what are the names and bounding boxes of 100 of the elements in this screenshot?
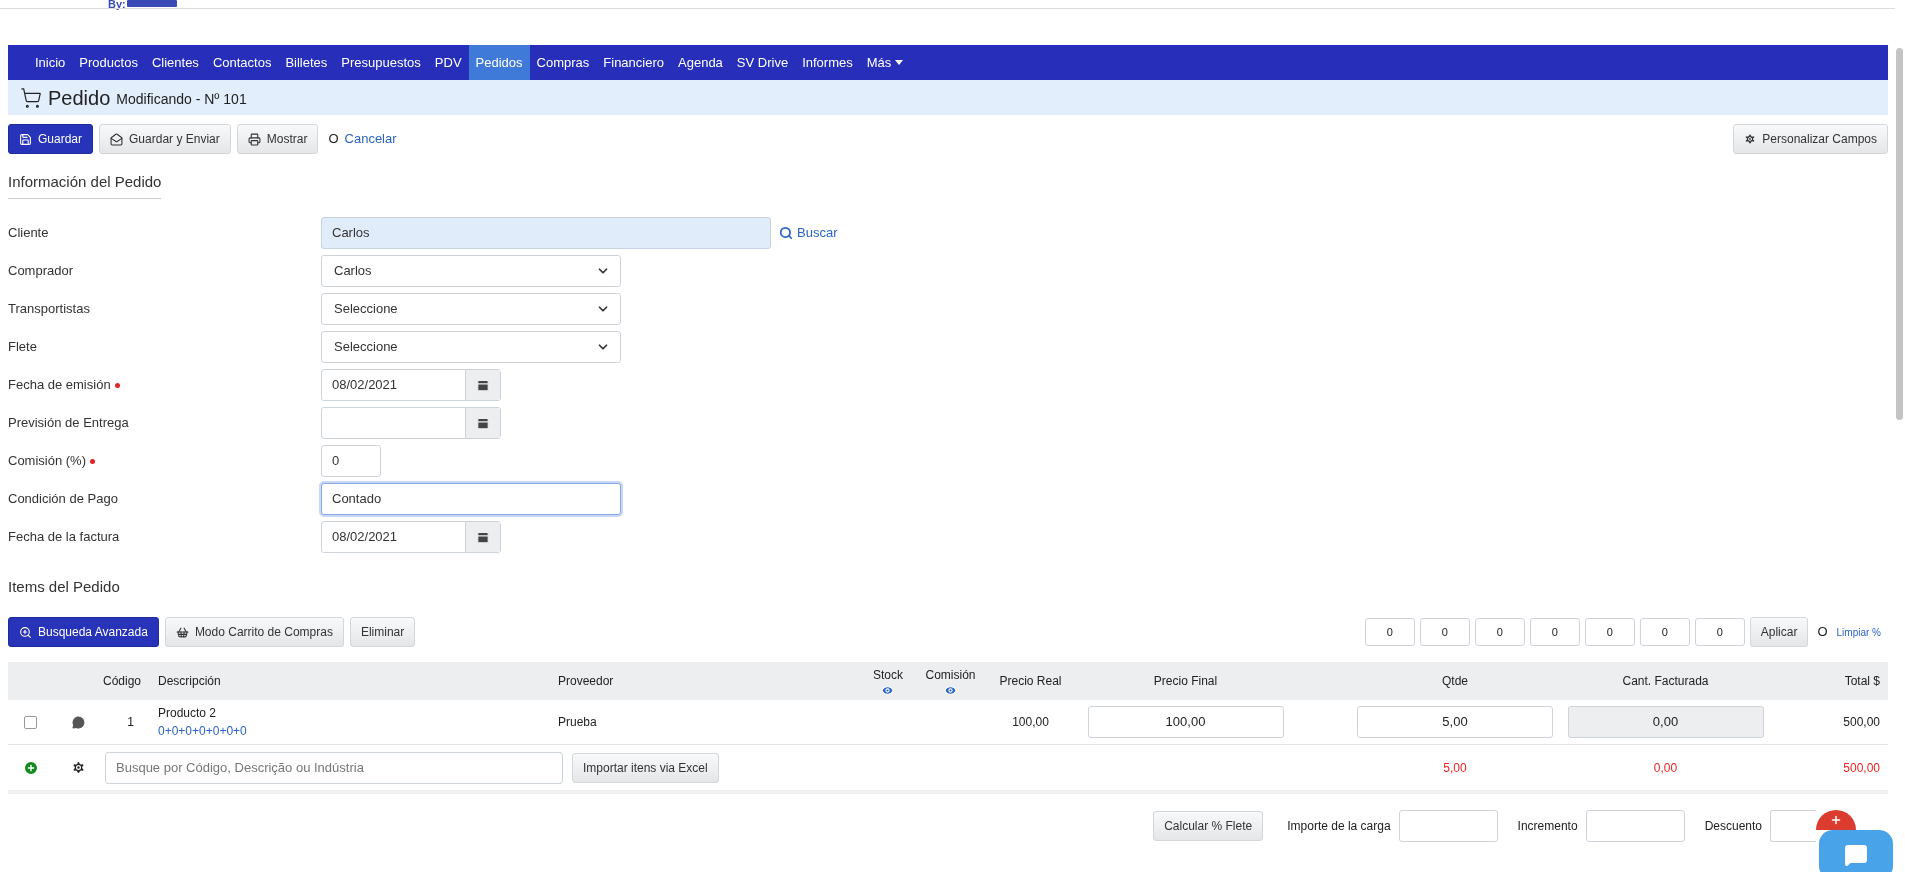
discount-field[interactable]: 0 — [1419, 618, 1470, 646]
discount-field[interactable]: 0 — [1474, 618, 1525, 646]
date-field[interactable]: 08/02/2021 — [321, 521, 501, 553]
import-button[interactable]: Importar itens via Excel — [572, 752, 719, 783]
client-field[interactable]: Carlos — [321, 217, 771, 249]
items-button[interactable]: Busqueda Avanzada — [8, 617, 159, 647]
floating-add-button[interactable] — [1816, 810, 1856, 830]
settings-icon[interactable] — [70, 760, 86, 775]
nav-tab[interactable]: Contactos — [205, 45, 279, 80]
date-field[interactable] — [321, 407, 501, 439]
field-label: Fecha de emisión — [8, 376, 111, 395]
nav-tab[interactable]: Billetes — [278, 45, 335, 80]
field-label: Descuento — [1704, 818, 1762, 835]
table-cell-text: 100,00 — [1011, 714, 1050, 731]
calendar-icon — [476, 378, 490, 392]
row-checkbox[interactable] — [24, 715, 37, 729]
table-cell-text: Producto 2 — [158, 705, 218, 722]
caret-icon — [895, 60, 904, 65]
calendar-icon — [476, 530, 490, 544]
page-subtitle: Modificando - Nº 101 — [116, 90, 247, 109]
freight-button[interactable]: Calcular % Flete — [1153, 811, 1264, 841]
select-field[interactable]: Seleccione — [321, 331, 621, 363]
basket-icon — [175, 625, 189, 639]
nav-tab[interactable]: Presupuestos — [334, 45, 428, 80]
items-button[interactable]: Modo Carrito de Compras — [164, 617, 344, 647]
search-icon — [779, 226, 793, 240]
select-field[interactable]: Carlos — [321, 255, 621, 287]
input-field[interactable] — [1398, 810, 1498, 842]
discount-formula: 0+0+0+0+0+0+0 — [158, 723, 248, 740]
total-invoiced: 0,00 — [1652, 759, 1679, 777]
toolbar-button[interactable]: Guardar y Enviar — [99, 124, 231, 154]
nav-tab[interactable]: Informes — [795, 45, 860, 80]
select-field[interactable]: Seleccione — [321, 293, 621, 325]
apply-button[interactable]: Aplicar — [1749, 617, 1809, 647]
field-label: Transportistas — [8, 300, 90, 319]
toolbar-button[interactable]: Mostrar — [236, 124, 319, 154]
field-label: Importe de la carga — [1287, 818, 1391, 835]
table-cell-text: 500,00 — [1842, 714, 1881, 731]
clear-link[interactable]: Limpiar % — [1836, 624, 1881, 640]
section-title: Información del Pedido — [8, 173, 162, 190]
nav-tab[interactable]: Más — [859, 45, 911, 80]
nav-tab[interactable]: PDV — [427, 45, 469, 80]
discount-field[interactable]: 0 — [1364, 618, 1415, 646]
nav-tab[interactable]: Clientes — [144, 45, 206, 80]
nav-tab[interactable]: SV Drive — [729, 45, 796, 80]
chat-button[interactable] — [1819, 830, 1893, 872]
field-label: Cliente — [8, 224, 49, 243]
nav-tab[interactable]: Financiero — [596, 45, 671, 80]
customize-button[interactable]: Personalizar Campos — [1733, 124, 1888, 154]
chat-icon — [1844, 843, 1868, 867]
product-search-field[interactable]: Busque por Código, Descrição ou Indústria — [105, 751, 563, 784]
discount-field[interactable]: 0 — [1529, 618, 1580, 646]
cart-icon — [20, 86, 42, 109]
nav-tab[interactable]: Inicio — [28, 45, 73, 80]
input-field[interactable] — [1585, 810, 1685, 842]
quantity-field[interactable]: 5,00 — [1357, 706, 1553, 738]
field-label: Comisión (%) — [8, 452, 86, 471]
column-header: Código — [103, 673, 142, 690]
invoiced-field: 0,00 — [1567, 706, 1764, 738]
or-text: O — [1817, 623, 1828, 642]
items-button[interactable]: Eliminar — [349, 617, 416, 647]
column-header: Cant. Facturada — [1622, 673, 1709, 690]
date-field[interactable]: 08/02/2021 — [321, 369, 501, 401]
save-icon — [19, 132, 32, 146]
input-field[interactable]: 0 — [321, 445, 381, 477]
column-header: Qtde — [1441, 673, 1469, 690]
discount-field[interactable]: 0 — [1584, 618, 1635, 646]
field-label: Comprador — [8, 262, 74, 281]
column-header: Descripción — [158, 673, 221, 690]
printer-icon — [247, 132, 261, 146]
column-header: Comisión — [925, 665, 976, 697]
nav-tab[interactable]: Pedidos — [468, 45, 530, 80]
add-icon[interactable] — [22, 759, 39, 776]
table-cell-text: 1 — [126, 714, 135, 731]
comment-icon[interactable] — [71, 715, 85, 729]
section-title: Items del Pedido — [8, 578, 120, 595]
nav-tab[interactable]: Agenda — [671, 45, 730, 80]
search-link[interactable]: Buscar — [779, 223, 838, 243]
input-field[interactable]: Contado — [321, 483, 621, 515]
envelope-icon — [110, 132, 124, 146]
byline: By: — [108, 0, 126, 12]
field-label: Condición de Pago — [8, 490, 118, 509]
page-title: Pedido — [48, 85, 111, 111]
field-label: Fecha de la factura — [8, 528, 120, 547]
calendar-icon — [476, 416, 490, 430]
toolbar-button[interactable]: Guardar — [8, 124, 94, 154]
nav-tab[interactable]: Productos — [72, 45, 145, 80]
cancel-link[interactable]: Cancelar — [344, 129, 397, 149]
field-label: Flete — [8, 338, 37, 357]
price-field[interactable]: 100,00 — [1087, 706, 1284, 738]
column-header: Precio Final — [1153, 673, 1218, 690]
nav-tab[interactable]: Compras — [529, 45, 597, 80]
field-label: Incremento — [1517, 818, 1578, 835]
discount-field[interactable]: 0 — [1639, 618, 1690, 646]
column-header: Precio Real — [999, 673, 1062, 690]
or-text: O — [328, 130, 339, 149]
discount-field[interactable]: 0 — [1694, 618, 1745, 646]
field-label: Previsión de Entrega — [8, 414, 129, 433]
input-field[interactable] — [1770, 810, 1816, 842]
column-header: Proveedor — [558, 673, 614, 690]
